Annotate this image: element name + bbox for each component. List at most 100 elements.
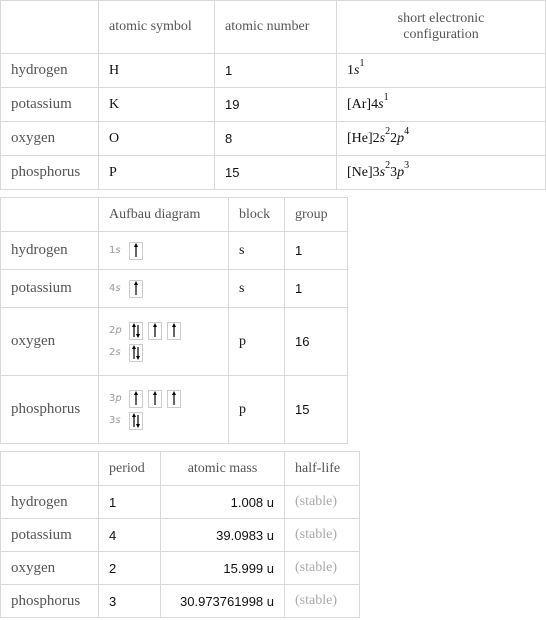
half-life: (stable) [284,485,360,519]
aufbau-diagram: 4s [98,269,229,308]
period: 1 [98,485,161,519]
orbital-row: 3s [109,410,218,432]
atomic-mass: 30.973761998 u [160,584,285,618]
aufbau-diagram: 2p 2s [98,307,229,376]
table-row: oxygen 2 15.999 u (stable) [0,551,360,585]
orbital-row: 3p [109,388,218,410]
config-superscript: 2 [385,159,391,171]
orbital-box [129,241,143,260]
row-label: phosphorus [0,155,99,190]
header-electronic-configuration: short electronic configuration [336,0,546,54]
electronic-configuration: [He]2s22p4 [336,121,546,156]
config-superscript: 2 [385,125,391,137]
block: p [228,307,285,376]
config-superscript: 1 [359,57,365,69]
group: 15 [284,375,348,444]
table-row: phosphorus P 15 [Ne]3s23p3 [0,155,546,190]
electronic-configuration: [Ar]4s1 [336,87,546,122]
atomic-mass: 15.999 u [160,551,285,585]
table-row: hydrogen H 1 1s1 [0,53,546,88]
orbital-box [129,279,143,298]
orbital-row: 2p [109,320,218,342]
row-label: potassium [0,518,99,552]
aufbau-table: Aufbau diagram block group hydrogen 1s s… [0,197,348,444]
header-aufbau-diagram: Aufbau diagram [98,197,229,232]
config-superscript: 3 [404,159,410,171]
spin-up-arrow-icon [172,390,176,405]
orbital-row: 4s [109,278,218,300]
orbital-label: 2p [109,325,122,336]
atomic-number: 15 [214,155,337,190]
config-text: 1 [347,62,354,78]
group: 16 [284,307,348,376]
row-label: oxygen [0,121,99,156]
table-row: potassium 4s s 1 [0,269,348,308]
header-atomic-mass: atomic mass [160,451,285,486]
row-label: oxygen [0,307,99,376]
block: s [228,231,285,270]
table-header-row: period atomic mass half-life [0,451,360,486]
orbital-label: 4s [109,283,121,294]
atomic-symbol: P [98,155,215,190]
spin-up-arrow-icon [172,322,176,337]
table-row: phosphorus 3 30.973761998 u (stable) [0,584,360,618]
config-text: [He]2 [347,130,380,146]
spin-up-arrow-icon [153,390,157,405]
table-row: oxygen O 8 [He]2s22p4 [0,121,546,156]
spin-up-arrow-icon [134,280,138,295]
electronic-configuration: 1s1 [336,53,546,88]
group: 1 [284,269,348,308]
half-life: (stable) [284,584,360,618]
header-empty [0,197,99,232]
atomic-number: 19 [214,87,337,122]
header-half-life: half-life [284,451,360,486]
table-row: oxygen 2p 2s p 16 [0,307,348,376]
header-empty [0,451,99,486]
electronic-configuration: [Ne]3s23p3 [336,155,546,190]
table-row: potassium 4 39.0983 u (stable) [0,518,360,552]
spin-pair-arrows-icon [132,322,140,338]
orbital-row: 2s [109,342,218,364]
orbital-box [129,343,143,362]
block: s [228,269,285,308]
row-label: potassium [0,87,99,122]
table-header-row: Aufbau diagram block group [0,197,348,232]
header-group: group [284,197,348,232]
row-label: hydrogen [0,231,99,270]
orbital-label: 2s [109,347,121,358]
block: p [228,375,285,444]
config-orbital: s [378,96,384,112]
orbital-box [129,411,143,430]
row-label: phosphorus [0,584,99,618]
atomic-mass: 39.0983 u [160,518,285,552]
config-text: [Ne]3 [347,164,380,180]
row-label: oxygen [0,551,99,585]
row-label: phosphorus [0,375,99,444]
orbital-box [129,389,143,408]
orbital-label: 3s [109,415,121,426]
table-row: hydrogen 1s s 1 [0,231,348,270]
atomic-symbol: O [98,121,215,156]
atomic-number: 1 [214,53,337,88]
table-header-row: atomic symbol atomic number short electr… [0,0,546,54]
orbital-box [148,389,162,408]
atomic-symbol: K [98,87,215,122]
row-label: hydrogen [0,485,99,519]
aufbau-diagram: 3p 3s [98,375,229,444]
orbital-row: 1s [109,240,218,262]
table-row: potassium K 19 [Ar]4s1 [0,87,546,122]
mass-table: period atomic mass half-life hydrogen 1 … [0,451,360,618]
orbital-box [167,389,181,408]
orbital-box [129,321,143,340]
half-life: (stable) [284,551,360,585]
table-row: phosphorus 3p 3s p 15 [0,375,348,444]
row-label: hydrogen [0,53,99,88]
header-period: period [98,451,161,486]
atomic-mass: 1.008 u [160,485,285,519]
config-text: [Ar]4 [347,96,379,112]
group: 1 [284,231,348,270]
header-atomic-number: atomic number [214,0,337,54]
orbital-label: 1s [109,245,121,256]
period: 2 [98,551,161,585]
orbital-box [148,321,162,340]
